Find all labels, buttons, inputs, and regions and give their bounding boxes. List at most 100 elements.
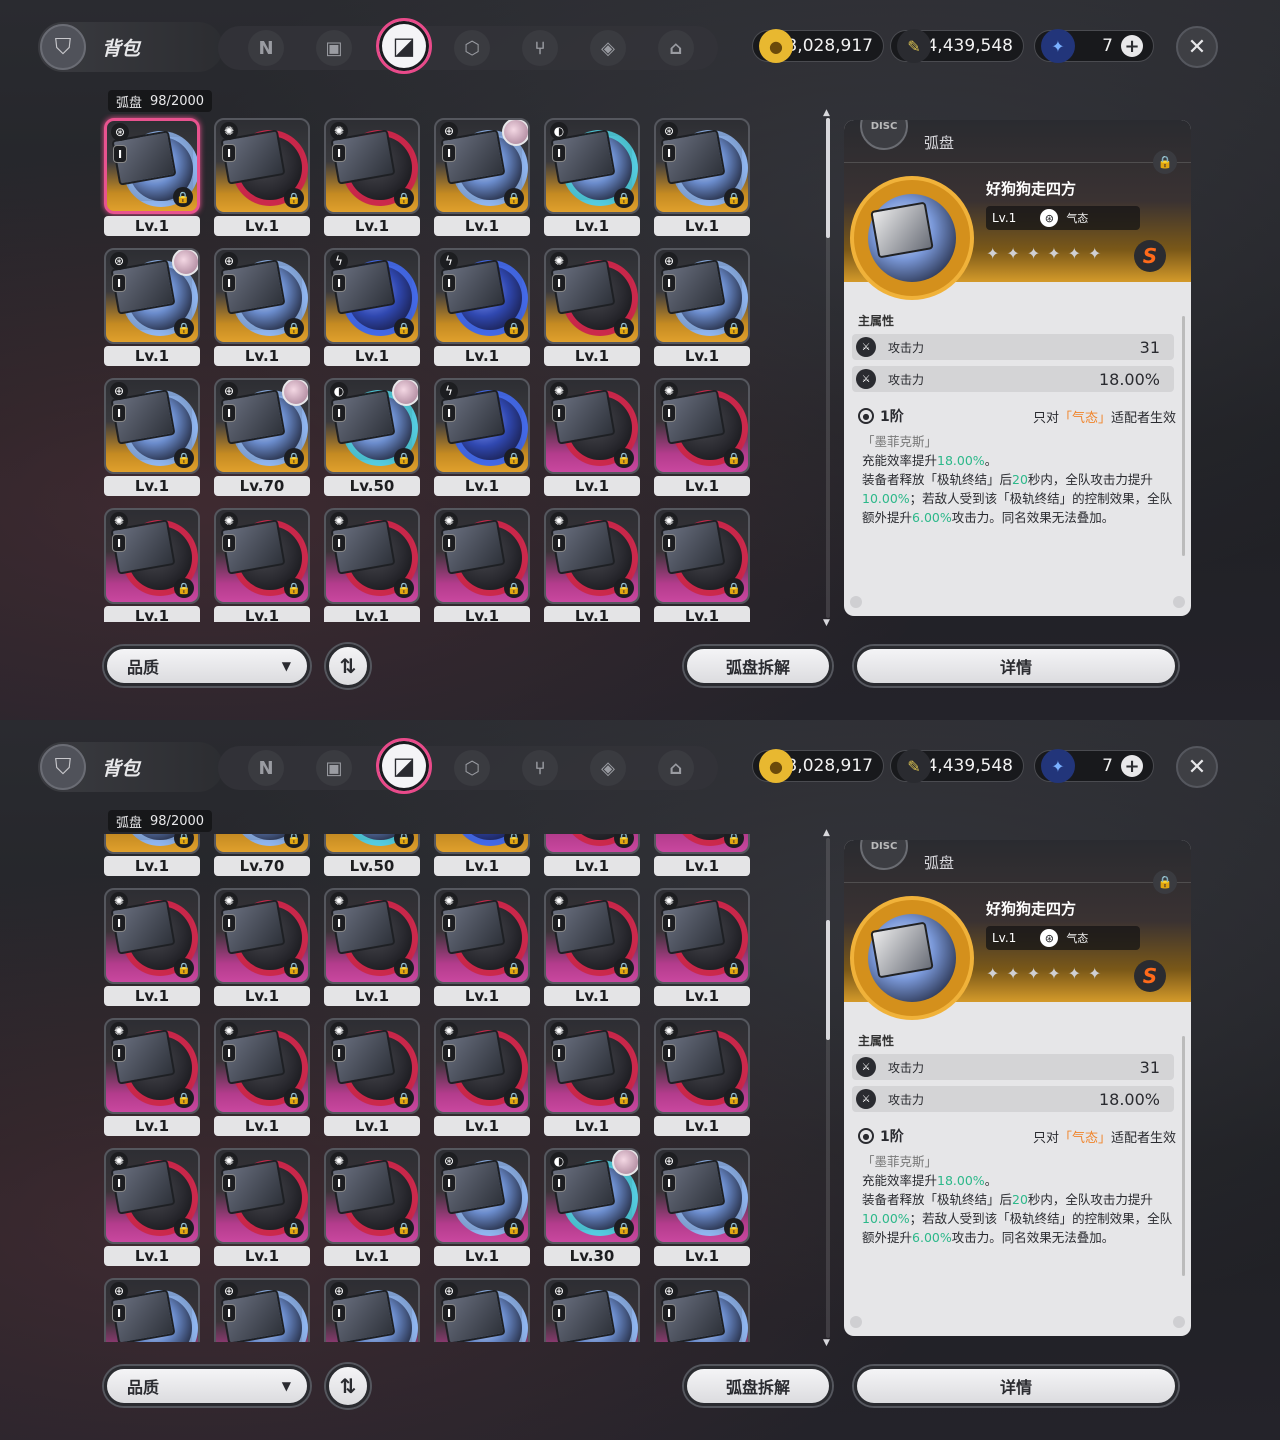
disc-card[interactable]: ⊕I🔒 <box>324 1278 420 1342</box>
disc-slot[interactable]: ⊕I🔒Lv.70 <box>210 374 310 500</box>
disc-card[interactable]: ✺I🔒 <box>544 248 640 344</box>
disc-card[interactable]: ✺I🔒 <box>324 1148 420 1244</box>
disc-slot[interactable]: ⊛ I 🔒 Lv.1 <box>430 1144 530 1270</box>
add-energy-button[interactable]: + <box>1121 35 1143 57</box>
disc-card-selected[interactable]: ⊛ I 🔒 <box>104 118 200 214</box>
sort-button[interactable]: ⇅ <box>326 644 370 688</box>
detail-lock-icon[interactable]: 🔒 <box>1153 870 1177 894</box>
sort-button[interactable]: ⇅ <box>326 1364 370 1408</box>
disc-card[interactable]: ⊕I🔒 <box>544 1278 640 1342</box>
disc-card[interactable]: ⊕I🔒 <box>104 1278 200 1342</box>
disc-slot[interactable]: ◐ I 🔒 Lv.50 <box>320 374 420 500</box>
disc-card[interactable]: ✺I🔒 <box>654 378 750 474</box>
disc-slot[interactable]: ⊕I🔒 <box>320 1274 420 1342</box>
tab-home[interactable]: ⌂ <box>658 30 694 66</box>
disc-slot[interactable]: ⊛ I 🔒 Lv.1 <box>100 114 200 240</box>
disc-card[interactable]: ◐I🔒 <box>544 1148 640 1244</box>
disc-card[interactable]: ✺I🔒 <box>214 508 310 604</box>
disc-slot[interactable]: ✺I🔒Lv.1 <box>540 1014 640 1140</box>
disc-slot[interactable]: ◐ I 🔒 Lv.1 <box>540 114 640 240</box>
disc-slot[interactable]: ✺I🔒Lv.1 <box>100 1144 200 1270</box>
disc-card[interactable]: ✺I🔒 <box>544 378 640 474</box>
disc-card[interactable]: ✺I🔒 <box>104 888 200 984</box>
disc-card[interactable]: ✺I🔒 <box>214 118 310 214</box>
disc-card[interactable]: ⊕I🔒 <box>654 1148 750 1244</box>
disc-slot[interactable]: ϟI🔒Lv.1 <box>430 834 530 880</box>
quality-filter-dropdown[interactable]: 品质 ▼ <box>104 646 310 686</box>
disc-slot[interactable]: ⊕I🔒Lv.1 <box>650 1144 750 1270</box>
disc-slot[interactable]: ✺I🔒Lv.1 <box>100 1014 200 1140</box>
detail-lock-icon[interactable]: 🔒 <box>1153 150 1177 174</box>
disc-card[interactable]: ⊕I🔒 <box>214 1278 310 1342</box>
disc-slot[interactable]: ✺I🔒Lv.1 <box>430 504 530 622</box>
dismantle-button[interactable]: 弧盘拆解 <box>684 646 832 686</box>
tab-cube[interactable]: ⬡ <box>454 30 490 66</box>
disc-card[interactable]: ϟI🔒 <box>434 834 530 854</box>
disc-slot[interactable]: ⊕I🔒Lv.70 <box>210 834 310 880</box>
disc-card[interactable]: ✺I🔒 <box>544 888 640 984</box>
disc-slot[interactable]: ⊛ I 🔒 Lv.1 <box>650 114 750 240</box>
disc-card[interactable]: ✺I🔒 <box>544 1018 640 1114</box>
disc-card[interactable]: ✺I🔒 <box>214 1018 310 1114</box>
disc-card[interactable]: ✺I🔒 <box>324 508 420 604</box>
disc-slot[interactable]: ✺I🔒Lv.1 <box>650 834 750 880</box>
tab-cube-outline[interactable]: ◈ <box>590 750 626 786</box>
tab-utensils[interactable]: ⑂ <box>522 750 558 786</box>
disc-card[interactable]: ⊕I🔒 <box>104 378 200 474</box>
add-energy-button[interactable]: + <box>1121 755 1143 777</box>
details-button[interactable]: 详情 <box>854 646 1178 686</box>
disc-card[interactable]: ⊛ I 🔒 <box>104 248 200 344</box>
disc-card[interactable]: ✺I🔒 <box>654 888 750 984</box>
disc-card[interactable]: ✺I🔒 <box>104 508 200 604</box>
disc-slot[interactable]: ϟI🔒Lv.1 <box>430 374 530 500</box>
disc-slot[interactable]: ϟI🔒Lv.1 <box>430 244 530 370</box>
disc-card[interactable]: ✺I🔒 <box>544 834 640 854</box>
disc-card[interactable]: ⊕I🔒 <box>214 248 310 344</box>
grid-scroll-thumb[interactable] <box>826 118 830 238</box>
disc-slot[interactable]: ✺I🔒Lv.1 <box>320 1014 420 1140</box>
disc-slot[interactable]: ✺I🔒Lv.1 <box>210 504 310 622</box>
disc-card[interactable]: ⊕I🔒 <box>434 118 530 214</box>
tab-utensils[interactable]: ⑂ <box>522 30 558 66</box>
disc-slot[interactable]: ⊕I🔒 <box>430 1274 530 1342</box>
disc-slot[interactable]: ⊕I🔒Lv.1 <box>100 374 200 500</box>
disc-card[interactable]: ϟI🔒 <box>434 248 530 344</box>
disc-card[interactable]: ✺I🔒 <box>104 1148 200 1244</box>
detail-scrollbar[interactable] <box>1182 316 1185 556</box>
disc-slot[interactable]: ✺I🔒Lv.1 <box>210 114 310 240</box>
disc-card[interactable]: ⊕I🔒 <box>654 1278 750 1342</box>
disc-card[interactable]: ◐I🔒 <box>544 118 640 214</box>
quality-filter-dropdown[interactable]: 品质 ▼ <box>104 1366 310 1406</box>
disc-card[interactable]: ⊕I🔒 <box>654 248 750 344</box>
disc-card[interactable]: ✺I🔒 <box>324 1018 420 1114</box>
disc-card[interactable]: ✺I🔒 <box>324 118 420 214</box>
disc-card[interactable]: ϟI🔒 <box>324 248 420 344</box>
disc-card[interactable]: ✺I🔒 <box>654 508 750 604</box>
disc-slot[interactable]: ✺I🔒Lv.1 <box>210 1014 310 1140</box>
disc-card[interactable]: ◐I🔒 <box>324 378 420 474</box>
disc-slot[interactable]: ✺I🔒Lv.1 <box>100 884 200 1010</box>
disc-slot[interactable]: ⊕I🔒Lv.1 <box>430 114 530 240</box>
disc-card[interactable]: ◐I🔒 <box>324 834 420 854</box>
disc-slot[interactable]: ⊕I🔒 <box>650 1274 750 1342</box>
disc-slot[interactable]: ✺I🔒Lv.1 <box>210 884 310 1010</box>
disc-slot[interactable]: ✺I🔒Lv.1 <box>540 884 640 1010</box>
disc-card[interactable]: ✺I🔒 <box>434 1018 530 1114</box>
disc-slot[interactable]: ✺I🔒Lv.1 <box>650 374 750 500</box>
tab-gameboy[interactable]: ▣ <box>316 30 352 66</box>
disc-card[interactable]: ⊛ I 🔒 <box>434 1148 530 1244</box>
disc-card[interactable]: ⊕I🔒 <box>214 378 310 474</box>
disc-card[interactable]: ✺I🔒 <box>654 834 750 854</box>
grid-scroll-thumb[interactable] <box>826 920 830 1040</box>
disc-card[interactable]: ✺I🔒 <box>434 888 530 984</box>
disc-slot[interactable]: ⊕I🔒Lv.1 <box>100 834 200 880</box>
disc-card[interactable]: ⊛ I 🔒 <box>654 118 750 214</box>
disc-slot[interactable]: ✺I🔒Lv.1 <box>430 1014 530 1140</box>
tab-n-logo[interactable]: N <box>248 750 284 786</box>
disc-slot[interactable]: ✺I🔒Lv.1 <box>540 244 640 370</box>
disc-slot[interactable]: ✺I🔒Lv.1 <box>540 374 640 500</box>
tab-home[interactable]: ⌂ <box>658 750 694 786</box>
close-button[interactable]: ✕ <box>1176 26 1218 68</box>
disc-slot[interactable]: ✺I🔒Lv.1 <box>430 884 530 1010</box>
disc-slot[interactable]: ✺I🔒Lv.1 <box>540 504 640 622</box>
